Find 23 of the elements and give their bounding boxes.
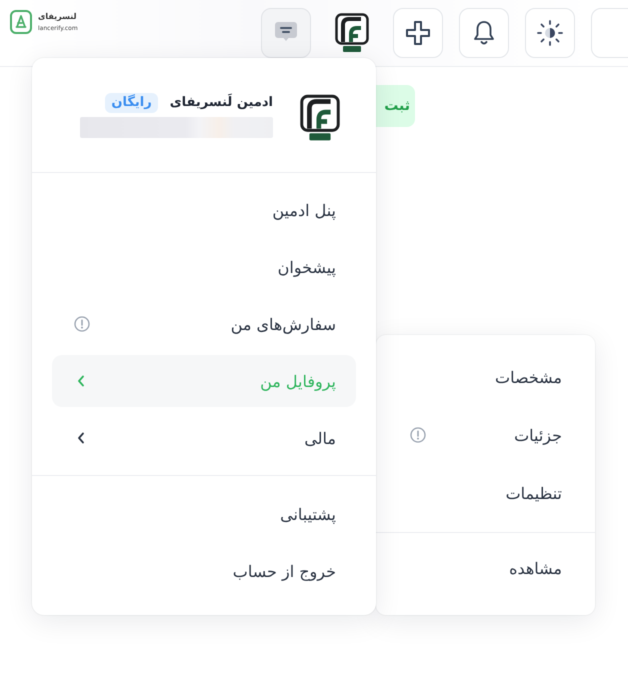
- bell-icon: [472, 20, 496, 46]
- menu-item[interactable]: پنل ادمین: [52, 184, 356, 236]
- menu-item[interactable]: پشتیبانی: [52, 488, 356, 540]
- plan-badge: رایگان: [105, 92, 158, 112]
- menu-item[interactable]: سفارش‌های من: [52, 298, 356, 350]
- avatar-logo-icon: [300, 94, 340, 142]
- plus-icon: [405, 20, 431, 46]
- submenu-item[interactable]: مشخصات: [392, 351, 579, 403]
- theme-icon: [537, 20, 563, 46]
- logo-icon[interactable]: [10, 10, 32, 34]
- menu-item[interactable]: مالی: [52, 412, 356, 464]
- add-button[interactable]: [393, 8, 443, 58]
- submenu-item[interactable]: مشاهده: [392, 542, 579, 594]
- avatar-button[interactable]: [335, 13, 369, 53]
- avatar-logo-icon: [335, 13, 369, 53]
- theme-toggle-button[interactable]: [525, 8, 575, 58]
- notifications-button[interactable]: [459, 8, 509, 58]
- submenu-item[interactable]: تنظیمات: [392, 467, 579, 519]
- menu-item[interactable]: پیشخوان: [52, 241, 356, 293]
- menu-item[interactable]: خروج از حساب: [52, 545, 356, 597]
- submenu-item[interactable]: جزئیات: [392, 409, 579, 461]
- user-name: ادمین لَنسریفای: [170, 92, 273, 112]
- brand-name: لنسریفای: [38, 11, 76, 22]
